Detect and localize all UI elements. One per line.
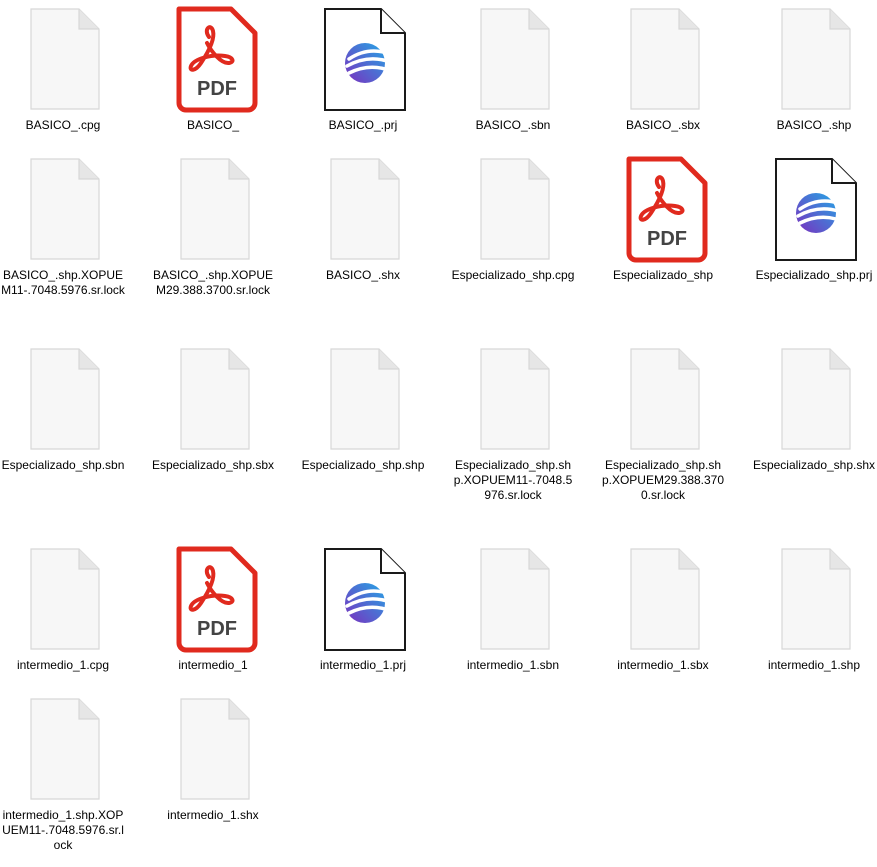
file-name-label: Especializado_shp (612, 268, 714, 282)
blank-document-icon (752, 340, 876, 450)
blank-document-icon (151, 690, 275, 800)
blank-document-icon (1, 540, 125, 650)
pdf-badge-text: PDF (197, 618, 237, 640)
blank-document-icon (752, 540, 876, 650)
file-name-label: intermedio_1.shp.XOPUEM11-.7048.5976.sr.… (2, 808, 124, 852)
file-name-label: Especializado_shp.shp.XOPUEM29.388.3700.… (601, 458, 725, 502)
blank-document-icon (1, 690, 125, 800)
file-name-label: BASICO_.shp.XOPUEM29.388.3700.sr.lock (152, 268, 274, 297)
file-name-label: intermedio_1.sbn (466, 658, 560, 672)
file-name-label: intermedio_1.prj (319, 658, 407, 672)
file-name-label: BASICO_.sbn (475, 118, 551, 132)
file-name-label: Especializado_shp.shp (301, 458, 425, 472)
file-name-label: Especializado_shp.cpg (451, 268, 575, 282)
blank-document-icon (301, 150, 425, 260)
file-name-label: intermedio_1.cpg (16, 658, 110, 672)
blank-document-icon (151, 340, 275, 450)
blank-document-icon (451, 150, 575, 260)
file-name-label: intermedio_1 (178, 658, 248, 672)
file-name-label: BASICO_.sbx (625, 118, 701, 132)
blank-document-icon (301, 340, 425, 450)
adobe-pdf-icon: PDF (601, 150, 725, 263)
blank-document-icon (601, 540, 725, 650)
adobe-pdf-icon: PDF (151, 0, 275, 113)
projection-file-icon (752, 150, 876, 261)
file-name-label: Especializado_shp.shp.XOPUEM11-.7048.597… (453, 458, 573, 502)
blank-document-icon (601, 0, 725, 110)
blank-document-icon (451, 540, 575, 650)
file-name-label: Especializado_shp.sbx (151, 458, 275, 472)
blank-document-icon (601, 340, 725, 450)
blank-document-icon (151, 150, 275, 260)
file-name-label: BASICO_.cpg (25, 118, 101, 132)
projection-file-icon (301, 0, 425, 111)
file-name-label: Especializado_shp.prj (755, 268, 873, 282)
file-grid: BASICO_.cpg PDF BASICO_ BASICO_.prj BASI… (0, 0, 877, 867)
projection-file-icon (301, 540, 425, 651)
blank-document-icon (451, 0, 575, 110)
pdf-badge-text: PDF (197, 78, 237, 100)
blank-document-icon (451, 340, 575, 450)
file-name-label: BASICO_.shp.XOPUEM11-.7048.5976.sr.lock (1, 268, 125, 297)
file-name-label: BASICO_ (186, 118, 240, 132)
file-name-label: intermedio_1.shp (767, 658, 861, 672)
pdf-badge-text: PDF (647, 228, 687, 250)
file-name-label: BASICO_.prj (328, 118, 398, 132)
adobe-pdf-icon: PDF (151, 540, 275, 653)
blank-document-icon (1, 150, 125, 260)
file-name-label: BASICO_.shp (776, 118, 852, 132)
file-name-label: intermedio_1.shx (167, 808, 259, 822)
blank-document-icon (1, 340, 125, 450)
file-name-label: intermedio_1.sbx (617, 658, 709, 672)
file-name-label: BASICO_.shx (325, 268, 401, 282)
file-name-label: Especializado_shp.sbn (1, 458, 125, 472)
file-name-label: Especializado_shp.shx (752, 458, 876, 472)
blank-document-icon (1, 0, 125, 110)
blank-document-icon (752, 0, 876, 110)
